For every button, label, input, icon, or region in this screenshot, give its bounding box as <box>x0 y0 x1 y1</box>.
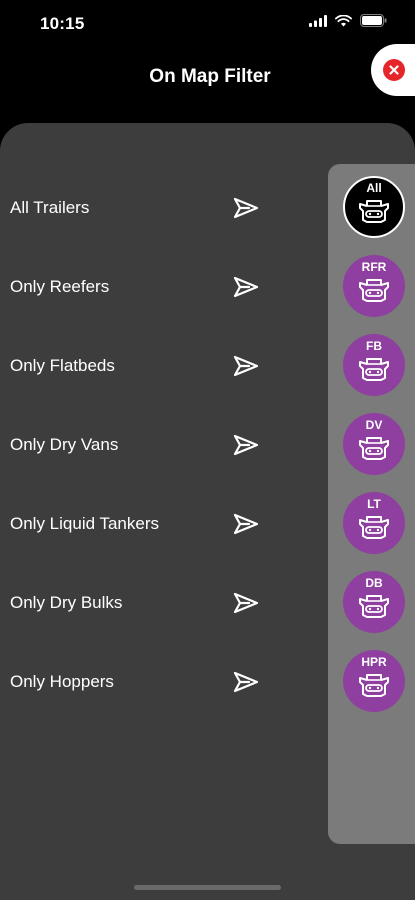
wifi-icon <box>335 14 352 26</box>
filter-panel: All Trailers Only Reefers Only Flatbeds Onl… <box>0 123 415 900</box>
badge-code: HPR <box>361 655 387 669</box>
filter-row-hpr[interactable]: Only Hoppers <box>0 652 300 712</box>
badge-code: DB <box>365 576 383 590</box>
filter-label: Only Dry Vans <box>10 435 119 454</box>
filter-row-db[interactable]: Only Dry Bulks <box>0 573 300 633</box>
filter-label: Only Dry Bulks <box>10 593 123 612</box>
send-arrow-icon[interactable] <box>232 512 260 536</box>
send-arrow-icon[interactable] <box>232 433 260 457</box>
filter-label: Only Hoppers <box>10 672 114 691</box>
close-icon <box>389 65 399 75</box>
filter-badge-fb[interactable]: FB <box>343 334 405 396</box>
filter-badge-rfr[interactable]: RFR <box>343 255 405 317</box>
filter-badge-db[interactable]: DB <box>343 571 405 633</box>
badge-code: DV <box>365 418 383 432</box>
badge-code: FB <box>366 339 382 353</box>
filter-row-fb[interactable]: Only Flatbeds <box>0 336 300 396</box>
filter-row-lt[interactable]: Only Liquid Tankers <box>0 494 300 554</box>
filter-row-dv[interactable]: Only Dry Vans <box>0 415 300 475</box>
send-arrow-icon[interactable] <box>232 196 260 220</box>
battery-icon <box>360 14 387 27</box>
truck-front-icon <box>354 274 394 304</box>
send-arrow-icon[interactable] <box>232 354 260 378</box>
send-arrow-icon[interactable] <box>232 670 260 694</box>
badge-code: All <box>366 181 382 195</box>
close-button[interactable] <box>383 59 405 81</box>
truck-front-icon <box>354 511 394 541</box>
status-icons <box>309 14 387 27</box>
filter-badge-all[interactable]: All <box>343 176 405 238</box>
truck-front-icon <box>354 669 394 699</box>
filter-row-all[interactable]: All Trailers <box>0 178 300 238</box>
send-arrow-icon[interactable] <box>232 275 260 299</box>
filter-badge-dv[interactable]: DV <box>343 413 405 475</box>
filter-badge-hpr[interactable]: HPR <box>343 650 405 712</box>
truck-front-icon <box>354 353 394 383</box>
status-time: 10:15 <box>40 14 85 33</box>
badge-code: RFR <box>361 260 387 274</box>
signal-icon <box>309 14 327 27</box>
home-indicator <box>134 885 281 890</box>
truck-front-icon <box>354 590 394 620</box>
status-bar: 10:15 <box>0 0 415 46</box>
filter-label: Only Liquid Tankers <box>10 514 159 533</box>
truck-front-icon <box>354 432 394 462</box>
close-tab[interactable] <box>371 44 415 96</box>
send-arrow-icon[interactable] <box>232 591 260 615</box>
filter-badge-lt[interactable]: LT <box>343 492 405 554</box>
filter-label: Only Reefers <box>10 277 110 296</box>
filter-label: All Trailers <box>10 198 90 217</box>
badge-code: LT <box>367 497 381 511</box>
page-title: On Map Filter <box>149 66 271 87</box>
filter-row-rfr[interactable]: Only Reefers <box>0 257 300 317</box>
filter-label: Only Flatbeds <box>10 356 115 375</box>
filter-badge-rail: All RFR FB DV LT DB HPR <box>328 164 415 844</box>
truck-front-icon <box>354 195 394 225</box>
